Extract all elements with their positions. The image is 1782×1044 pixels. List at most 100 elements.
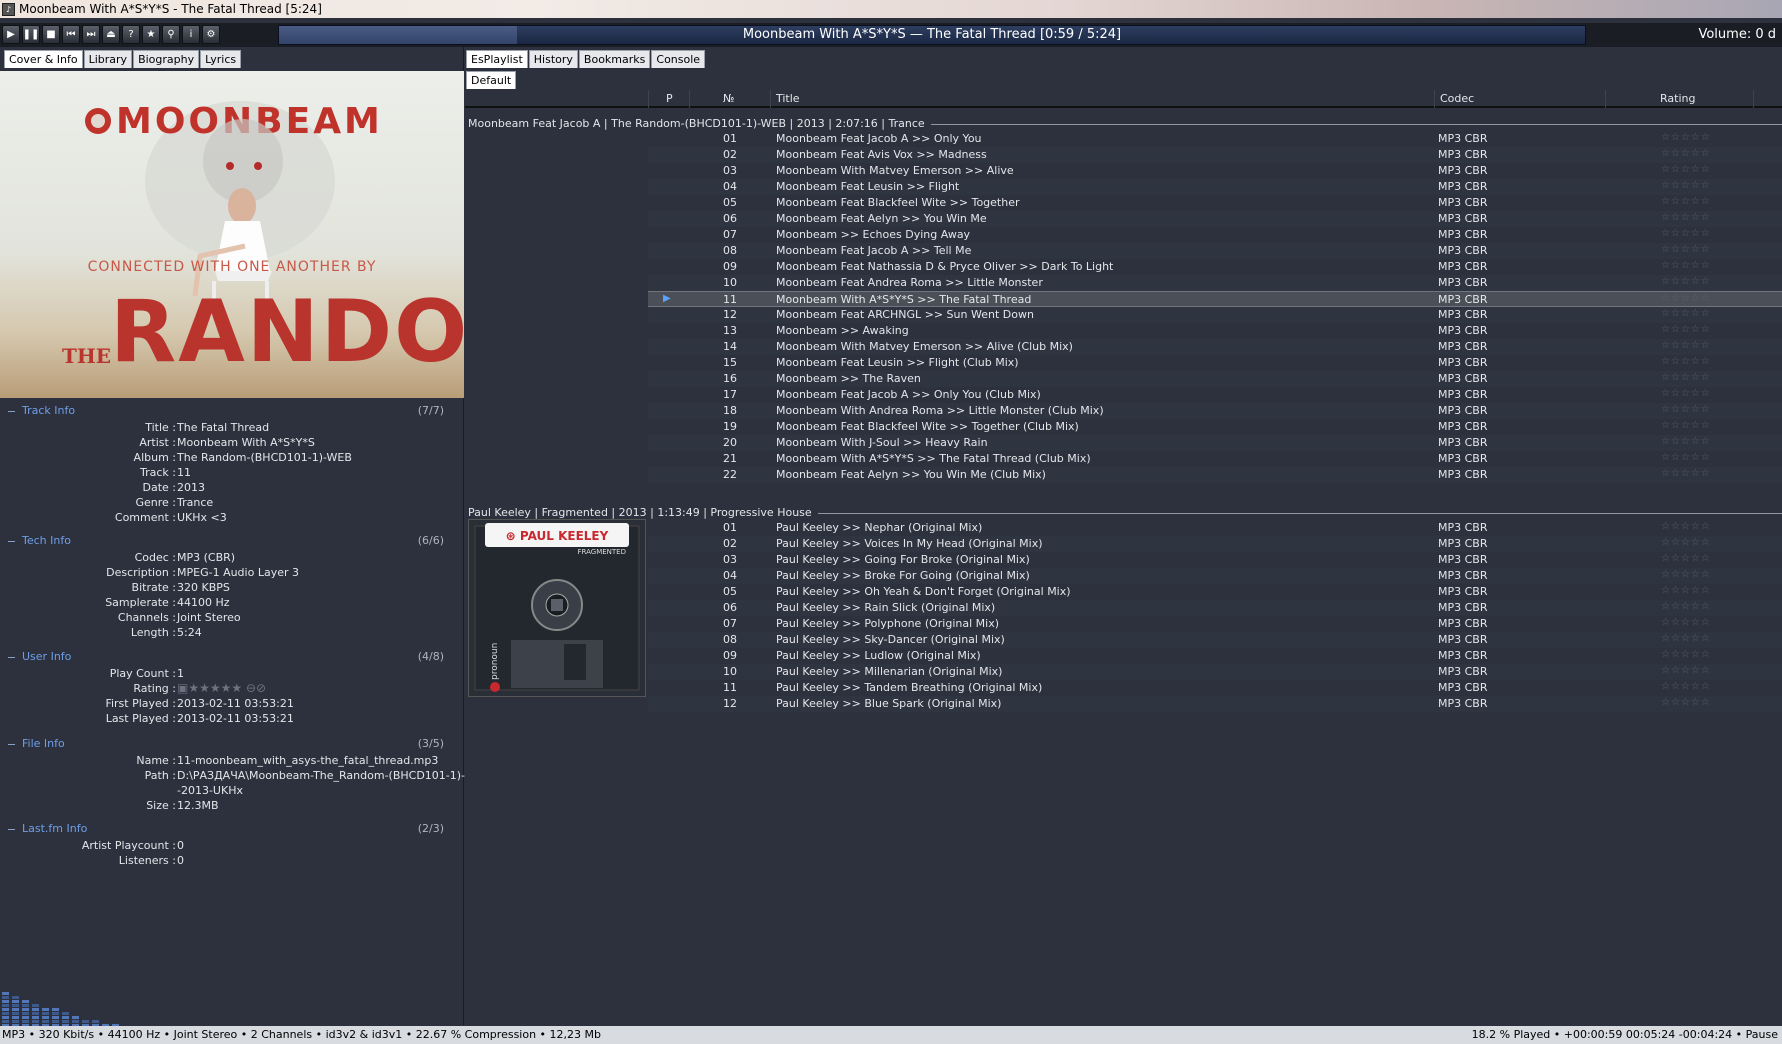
pause-button[interactable]: ❚❚: [22, 25, 40, 44]
info-section-header[interactable]: File Info (3/5): [0, 737, 464, 751]
track-row[interactable]: 08 Paul Keeley >> Sky-Dancer (Original Mi…: [648, 632, 1782, 648]
track-row[interactable]: 17 Moonbeam Feat Jacob A >> Only You (Clu…: [648, 387, 1782, 403]
search-button[interactable]: ⚲: [162, 25, 180, 44]
track-row[interactable]: 02 Paul Keeley >> Voices In My Head (Orig…: [648, 536, 1782, 552]
playlist-group-header[interactable]: Moonbeam Feat Jacob A | The Random-(BHCD…: [465, 117, 1782, 132]
tab-bookmarks[interactable]: Bookmarks: [578, 50, 651, 68]
track-row[interactable]: 06 Paul Keeley >> Rain Slick (Original Mi…: [648, 600, 1782, 616]
track-row[interactable]: 15 Moonbeam Feat Leusin >> Flight (Club M…: [648, 355, 1782, 371]
track-rating-stars[interactable]: ☆☆☆☆☆: [1661, 308, 1711, 319]
track-row[interactable]: 04 Moonbeam Feat Leusin >> Flight MP3 CBR ☆…: [648, 179, 1782, 195]
track-rating-stars[interactable]: ☆☆☆☆☆: [1661, 340, 1711, 351]
track-rating-stars[interactable]: ☆☆☆☆☆: [1661, 537, 1711, 548]
track-rating-stars[interactable]: ☆☆☆☆☆: [1661, 617, 1711, 628]
track-rating-stars[interactable]: ☆☆☆☆☆: [1661, 372, 1711, 383]
track-row[interactable]: 05 Moonbeam Feat Blackfeel Wite >> Togeth…: [648, 195, 1782, 211]
track-rating-stars[interactable]: ☆☆☆☆☆: [1661, 436, 1711, 447]
eject-button[interactable]: ⏏: [102, 25, 120, 44]
info-section-header[interactable]: Tech Info (6/6): [0, 534, 464, 548]
track-rating-stars[interactable]: ☆☆☆☆☆: [1661, 569, 1711, 580]
tab-console[interactable]: Console: [651, 50, 706, 68]
track-rating-stars[interactable]: ☆☆☆☆☆: [1661, 293, 1711, 304]
track-row[interactable]: 21 Moonbeam With A*S*Y*S >> The Fatal Thr…: [648, 451, 1782, 467]
track-row[interactable]: 20 Moonbeam With J-Soul >> Heavy Rain MP3 …: [648, 435, 1782, 451]
tab-default-playlist[interactable]: Default: [466, 71, 517, 89]
track-rating-stars[interactable]: ☆☆☆☆☆: [1661, 260, 1711, 271]
track-row[interactable]: 10 Moonbeam Feat Andrea Roma >> Little Mo…: [648, 275, 1782, 291]
track-rating-stars[interactable]: ☆☆☆☆☆: [1661, 180, 1711, 191]
track-rating-stars[interactable]: ☆☆☆☆☆: [1661, 649, 1711, 660]
track-rating-stars[interactable]: ☆☆☆☆☆: [1661, 356, 1711, 367]
settings-button[interactable]: ⚙: [202, 25, 220, 44]
track-rating-stars[interactable]: ☆☆☆☆☆: [1661, 681, 1711, 692]
track-row[interactable]: 03 Paul Keeley >> Going For Broke (Origin…: [648, 552, 1782, 568]
previous-button[interactable]: ⏮: [62, 25, 80, 44]
track-row[interactable]: 18 Moonbeam With Andrea Roma >> Little Mo…: [648, 403, 1782, 419]
column-rating[interactable]: Rating: [1660, 92, 1695, 105]
track-rating-stars[interactable]: ☆☆☆☆☆: [1661, 388, 1711, 399]
column-p[interactable]: P: [666, 92, 673, 105]
track-row[interactable]: ▶ 11 Moonbeam With A*S*Y*S >> The Fatal Th…: [648, 291, 1782, 307]
column-codec[interactable]: Codec: [1440, 92, 1474, 105]
track-row[interactable]: 07 Moonbeam >> Echoes Dying Away MP3 CBR ☆☆…: [648, 227, 1782, 243]
track-rating-stars[interactable]: ☆☆☆☆☆: [1661, 553, 1711, 564]
playlist-group-header[interactable]: Paul Keeley | Fragmented | 2013 | 1:13:4…: [465, 506, 1782, 521]
track-row[interactable]: 03 Moonbeam With Matvey Emerson >> Alive M…: [648, 163, 1782, 179]
track-row[interactable]: 06 Moonbeam Feat Aelyn >> You Win Me MP3 C…: [648, 211, 1782, 227]
info-section-header[interactable]: Track Info (7/7): [0, 404, 464, 418]
column-number[interactable]: №: [723, 92, 734, 105]
track-row[interactable]: 04 Paul Keeley >> Broke For Going (Origin…: [648, 568, 1782, 584]
stop-button[interactable]: ■: [42, 25, 60, 44]
tab-library[interactable]: Library: [83, 50, 133, 68]
track-row[interactable]: 11 Paul Keeley >> Tandem Breathing (Origi…: [648, 680, 1782, 696]
track-rating-stars[interactable]: ☆☆☆☆☆: [1661, 521, 1711, 532]
track-row[interactable]: 01 Moonbeam Feat Jacob A >> Only You MP3 C…: [648, 131, 1782, 147]
track-rating-stars[interactable]: ☆☆☆☆☆: [1661, 148, 1711, 159]
track-rating-stars[interactable]: ☆☆☆☆☆: [1661, 276, 1711, 287]
volume-display[interactable]: Volume: 0 d: [1698, 25, 1776, 45]
track-row[interactable]: 12 Moonbeam Feat ARCHNGL >> Sun Went Down…: [648, 307, 1782, 323]
track-row[interactable]: 16 Moonbeam >> The Raven MP3 CBR ☆☆☆☆☆: [648, 371, 1782, 387]
tab-history[interactable]: History: [528, 50, 578, 68]
track-rating-stars[interactable]: ☆☆☆☆☆: [1661, 164, 1711, 175]
track-row[interactable]: 05 Paul Keeley >> Oh Yeah & Don't Forget …: [648, 584, 1782, 600]
track-rating-stars[interactable]: ☆☆☆☆☆: [1661, 244, 1711, 255]
tab-lyrics[interactable]: Lyrics: [200, 50, 242, 68]
tab-cover-info[interactable]: Cover & Info: [4, 50, 83, 68]
track-row[interactable]: 07 Paul Keeley >> Polyphone (Original Mix…: [648, 616, 1782, 632]
track-rating-stars[interactable]: ☆☆☆☆☆: [1661, 601, 1711, 612]
track-row[interactable]: 08 Moonbeam Feat Jacob A >> Tell Me MP3 CB…: [648, 243, 1782, 259]
track-rating-stars[interactable]: ☆☆☆☆☆: [1661, 212, 1711, 223]
track-row[interactable]: 09 Paul Keeley >> Ludlow (Original Mix) MP…: [648, 648, 1782, 664]
track-row[interactable]: 19 Moonbeam Feat Blackfeel Wite >> Togeth…: [648, 419, 1782, 435]
track-rating-stars[interactable]: ☆☆☆☆☆: [1661, 585, 1711, 596]
info-section-header[interactable]: User Info (4/8): [0, 650, 464, 664]
info-section-header[interactable]: Last.fm Info (2/3): [0, 822, 464, 836]
track-row[interactable]: 02 Moonbeam Feat Avis Vox >> Madness MP3 C…: [648, 147, 1782, 163]
track-rating-stars[interactable]: ☆☆☆☆☆: [1661, 452, 1711, 463]
track-rating-stars[interactable]: ☆☆☆☆☆: [1661, 665, 1711, 676]
track-rating-stars[interactable]: ☆☆☆☆☆: [1661, 697, 1711, 708]
track-rating-stars[interactable]: ☆☆☆☆☆: [1661, 132, 1711, 143]
track-rating-stars[interactable]: ☆☆☆☆☆: [1661, 404, 1711, 415]
track-row[interactable]: 09 Moonbeam Feat Nathassia D & Pryce Oliv…: [648, 259, 1782, 275]
favorite-button[interactable]: ★: [142, 25, 160, 44]
track-rating-stars[interactable]: ☆☆☆☆☆: [1661, 324, 1711, 335]
track-rating-stars[interactable]: ☆☆☆☆☆: [1661, 196, 1711, 207]
track-rating-stars[interactable]: ☆☆☆☆☆: [1661, 420, 1711, 431]
user-rating-stars[interactable]: ▣★★★★★ ⊖⊘: [177, 681, 266, 695]
track-row[interactable]: 13 Moonbeam >> Awaking MP3 CBR ☆☆☆☆☆: [648, 323, 1782, 339]
track-row[interactable]: 22 Moonbeam Feat Aelyn >> You Win Me (Clu…: [648, 467, 1782, 483]
track-rating-stars[interactable]: ☆☆☆☆☆: [1661, 633, 1711, 644]
random-button[interactable]: ?: [122, 25, 140, 44]
track-row[interactable]: 10 Paul Keeley >> Millenarian (Original M…: [648, 664, 1782, 680]
column-title[interactable]: Title: [776, 92, 800, 105]
track-row[interactable]: 14 Moonbeam With Matvey Emerson >> Alive …: [648, 339, 1782, 355]
info-button[interactable]: i: [182, 25, 200, 44]
track-rating-stars[interactable]: ☆☆☆☆☆: [1661, 228, 1711, 239]
app-icon[interactable]: ♪: [2, 2, 15, 16]
play-button[interactable]: ▶: [2, 25, 20, 44]
track-row[interactable]: 01 Paul Keeley >> Nephar (Original Mix) MP…: [648, 520, 1782, 536]
tab-esplaylist[interactable]: EsPlaylist: [466, 50, 528, 68]
track-rating-stars[interactable]: ☆☆☆☆☆: [1661, 468, 1711, 479]
